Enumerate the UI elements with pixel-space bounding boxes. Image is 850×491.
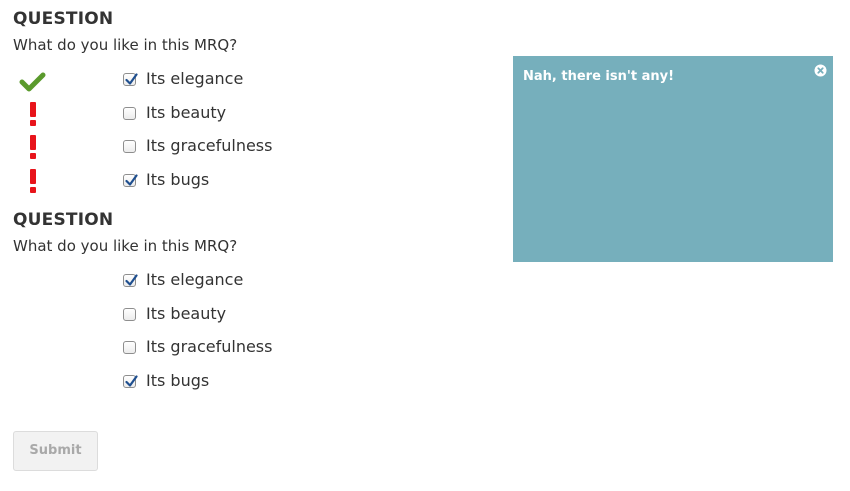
feedback-placeholder	[19, 331, 49, 365]
question-heading: QUESTION	[13, 9, 114, 29]
choice-row[interactable]: Its beauty	[13, 97, 493, 131]
choice-checkbox[interactable]	[123, 140, 136, 153]
choice-checkbox[interactable]	[123, 307, 136, 321]
feedback-placeholder	[19, 365, 49, 399]
choice-checkbox[interactable]	[123, 73, 138, 86]
choice-checkbox[interactable]	[123, 274, 138, 287]
choice-label[interactable]: Its beauty	[146, 103, 226, 123]
popup-message: Nah, there isn't any!	[523, 69, 675, 84]
choice-row[interactable]: Its gracefulness	[13, 130, 493, 164]
choice-row[interactable]: Its beauty	[13, 298, 493, 332]
choice-label[interactable]: Its beauty	[146, 304, 226, 324]
exclamation-icon	[19, 97, 49, 131]
question-heading: QUESTION	[13, 210, 114, 230]
choice-checkbox[interactable]	[123, 341, 136, 354]
close-circle-icon[interactable]	[814, 62, 827, 77]
choice-row[interactable]: Its elegance	[13, 63, 493, 97]
question-block-1: QUESTION What do you like in this MRQ? I…	[13, 9, 493, 197]
choice-row[interactable]: Its elegance	[13, 264, 493, 298]
checkmark-icon	[19, 63, 49, 97]
mrq-page: QUESTION What do you like in this MRQ? I…	[0, 0, 850, 491]
feedback-placeholder	[19, 264, 49, 298]
choice-row[interactable]: Its gracefulness	[13, 331, 493, 365]
choice-label[interactable]: Its elegance	[146, 270, 243, 290]
choice-checkbox[interactable]	[123, 106, 136, 120]
question-prompt: What do you like in this MRQ?	[13, 36, 238, 54]
choice-row[interactable]: Its bugs	[13, 164, 493, 198]
exclamation-icon	[19, 130, 49, 164]
choice-list: Its elegance Its beauty Its gracefulness It…	[13, 63, 493, 197]
choice-label[interactable]: Its elegance	[146, 69, 243, 89]
exclamation-icon	[19, 164, 49, 198]
choice-checkbox[interactable]	[123, 173, 138, 187]
feedback-placeholder	[19, 298, 49, 332]
choice-label[interactable]: Its bugs	[146, 371, 209, 391]
choice-label[interactable]: Its gracefulness	[146, 136, 272, 156]
feedback-popup: Nah, there isn't any!	[513, 56, 833, 262]
choice-label[interactable]: Its bugs	[146, 170, 209, 190]
choice-checkbox[interactable]	[123, 374, 138, 388]
choice-label[interactable]: Its gracefulness	[146, 337, 272, 357]
choice-row[interactable]: Its bugs	[13, 365, 493, 399]
question-prompt: What do you like in this MRQ?	[13, 237, 238, 255]
question-block-2: QUESTION What do you like in this MRQ? I…	[13, 210, 493, 398]
submit-button[interactable]: Submit	[13, 431, 98, 471]
choice-list: Its elegance Its beauty Its gracefulness It…	[13, 264, 493, 398]
